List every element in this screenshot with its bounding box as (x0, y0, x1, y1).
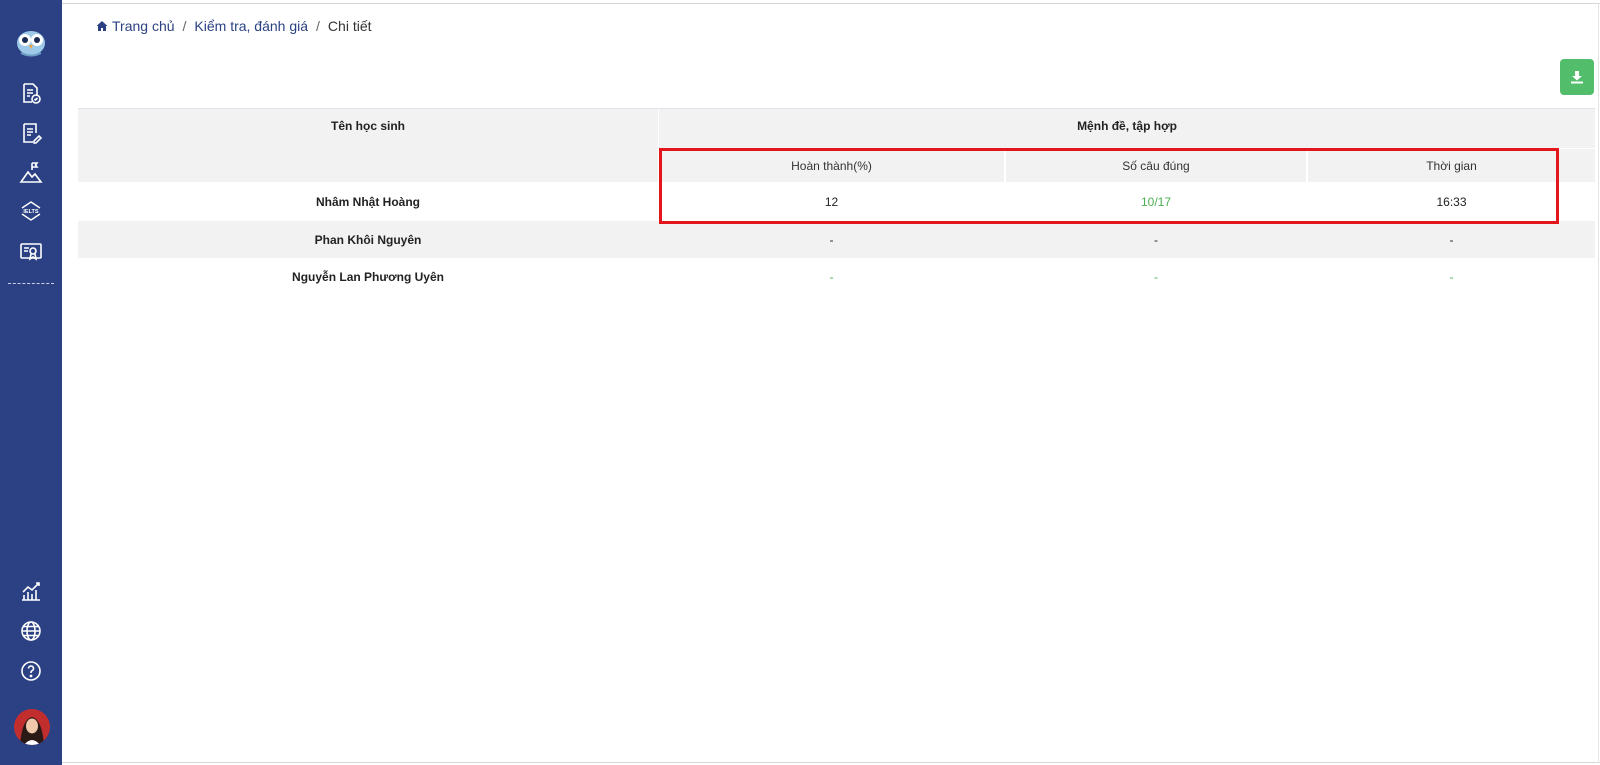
mountain-flag-icon[interactable] (16, 158, 46, 188)
download-button[interactable] (1560, 59, 1594, 95)
sidebar: IELTS (0, 0, 62, 765)
avatar[interactable] (14, 709, 50, 745)
breadcrumb-section[interactable]: Kiểm tra, đánh giá (194, 18, 308, 34)
breadcrumb-separator: / (182, 18, 187, 34)
name-header: Tên học sinh (330, 119, 405, 133)
right-border (1598, 3, 1599, 763)
group-header: Mệnh đề, tập hợp (1077, 119, 1177, 133)
top-border (62, 3, 1600, 4)
home-icon (96, 21, 108, 31)
page: IELTS Trang chủ / Kiểm tra, đánh giá / C… (0, 0, 1600, 765)
document-check-icon[interactable] (16, 78, 46, 108)
chart-icon[interactable] (16, 576, 46, 606)
correct-value: - (1154, 232, 1158, 247)
breadcrumb-home-label: Trang chủ (112, 18, 175, 34)
ielts-icon[interactable]: IELTS (16, 196, 46, 226)
document-edit-icon[interactable] (16, 118, 46, 148)
student-name: Nhâm Nhật Hoàng (315, 195, 420, 209)
breadcrumb: Trang chủ / Kiểm tra, đánh giá / Chi tiế… (96, 18, 372, 34)
breadcrumb-separator: / (316, 18, 320, 34)
globe-icon[interactable] (16, 616, 46, 646)
student-name: Nguyễn Lan Phương Uyên (292, 270, 444, 284)
bottom-border (62, 762, 1600, 763)
help-icon[interactable] (16, 656, 46, 686)
download-icon (1571, 71, 1583, 84)
ielts-label: IELTS (23, 209, 39, 215)
time-value: - (1449, 232, 1454, 247)
breadcrumb-current: Chi tiết (327, 18, 372, 34)
time-value: - (1449, 270, 1454, 284)
completion-value: - (829, 232, 834, 247)
correct-value: - (1154, 270, 1158, 284)
owl-logo-icon[interactable] (14, 24, 48, 58)
highlight-box (659, 148, 1559, 224)
breadcrumb-home[interactable]: Trang chủ (96, 18, 175, 34)
completion-value: - (829, 270, 834, 284)
sidebar-divider (8, 283, 54, 284)
student-name: Phan Khôi Nguyên (314, 232, 422, 247)
certificate-icon[interactable] (16, 237, 46, 267)
